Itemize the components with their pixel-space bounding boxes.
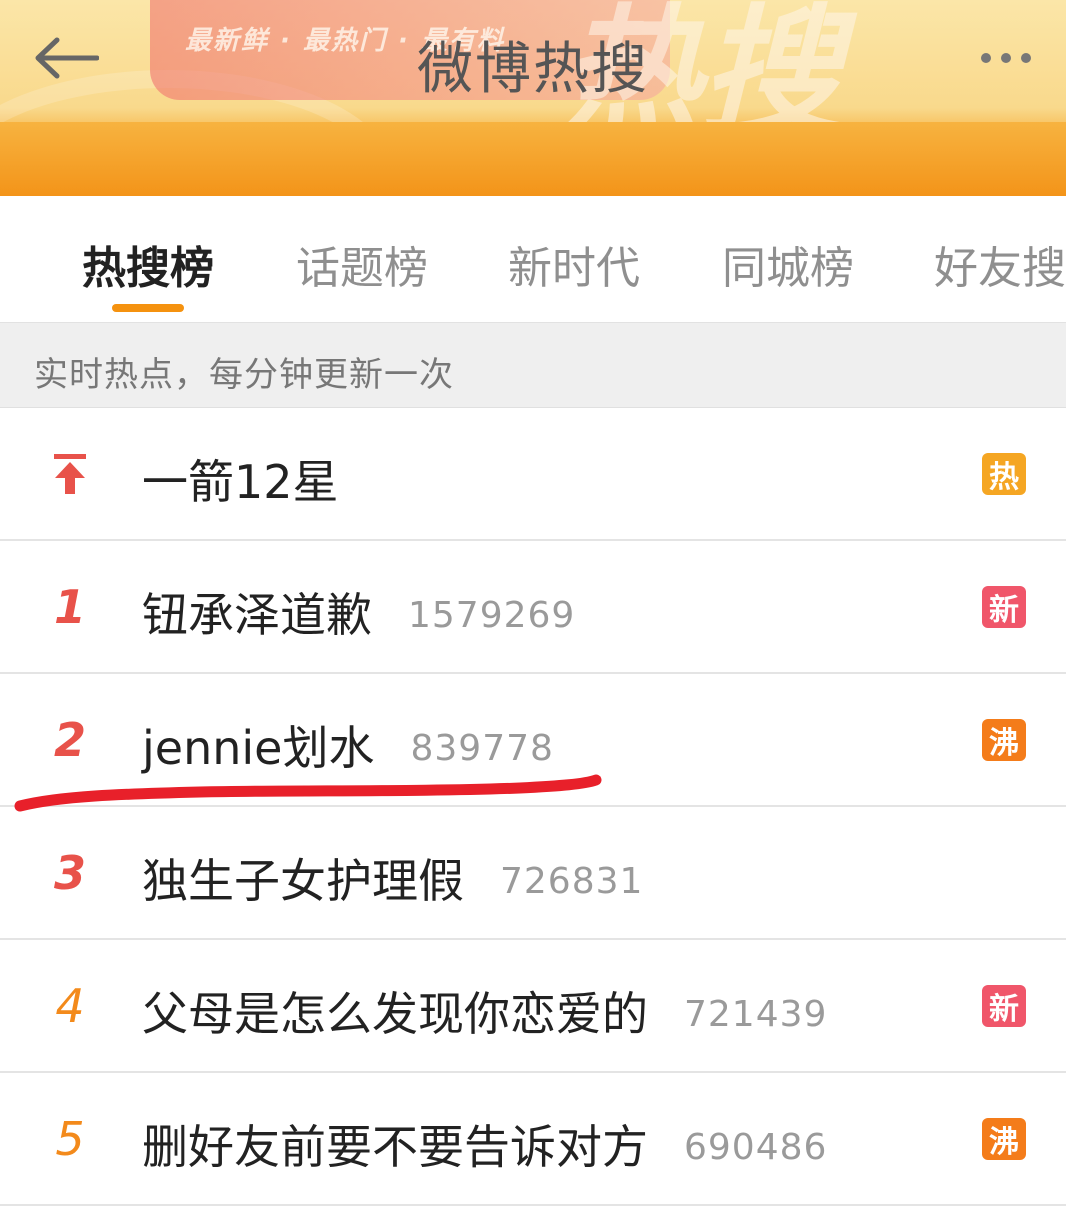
tab-friends[interactable]: 好友搜 [934,232,1066,296]
hot-badge: 热 [982,453,1026,495]
rank-number: 3 [53,845,86,900]
more-options-button[interactable] [966,34,1046,82]
tab-topics[interactable]: 话题榜 [296,232,428,296]
boiling-badge: 沸 [982,719,1026,761]
list-item[interactable]: 3 独生子女护理假 726831 [0,807,1066,940]
item-title-wrap: 父母是怎么发现你恋爱的 721439 [142,978,827,1044]
active-tab-indicator [112,304,184,312]
more-dot-icon [981,53,991,63]
list-item[interactable]: 一箭12星 热 [0,408,1066,541]
update-notice: 实时热点，每分钟更新一次 [0,323,1066,408]
rank-number: 5 [55,1111,85,1166]
search-count: 721439 [684,994,828,1035]
list-item[interactable]: 5 删好友前要不要告诉对方 690486 沸 [0,1073,1066,1206]
tab-new-era[interactable]: 新时代 [508,232,640,296]
new-badge: 新 [982,985,1026,1027]
search-count: 690486 [684,1127,828,1168]
tab-local[interactable]: 同城榜 [722,232,854,296]
header-banner: 最新鲜 · 最热门 · 最有料 热搜 微博热搜 [0,0,1066,196]
rank-number: 2 [53,712,86,767]
pinned-arrow-up-icon [54,453,86,494]
rank-number: 4 [55,978,85,1033]
banner-glow [0,122,1066,196]
more-dot-icon [1021,53,1031,63]
tab-hot-search[interactable]: 热搜榜 [82,232,214,296]
item-title-wrap: 独生子女护理假 726831 [142,845,643,911]
more-dot-icon [1001,53,1011,63]
rank-pinned [40,408,100,539]
page-title: 微博热搜 [417,37,649,102]
item-title: 独生子女护理假 [142,854,464,908]
list-item[interactable]: 2 jennie划水 839778 沸 [0,674,1066,807]
hot-search-list: 一箭12星 热 1 钮承泽道歉 1579269 新 2 jennie划水 83977… [0,408,1066,1206]
item-title: 删好友前要不要告诉对方 [142,1120,648,1174]
item-title-wrap: jennie划水 839778 [142,712,554,778]
search-count: 839778 [410,728,554,769]
item-title: jennie划水 [142,721,375,775]
tab-bar: 热搜榜 话题榜 新时代 同城榜 好友搜 [0,196,1066,323]
item-title-wrap: 钮承泽道歉 1579269 [142,579,575,645]
new-badge: 新 [982,586,1026,628]
list-item[interactable]: 4 父母是怎么发现你恋爱的 721439 新 [0,940,1066,1073]
item-title: 父母是怎么发现你恋爱的 [142,987,648,1041]
boiling-badge: 沸 [982,1118,1026,1160]
rank-number: 1 [53,579,86,634]
search-count: 1579269 [408,595,576,636]
list-item[interactable]: 1 钮承泽道歉 1579269 新 [0,541,1066,674]
notice-text: 实时热点，每分钟更新一次 [34,355,454,395]
item-title-wrap: 删好友前要不要告诉对方 690486 [142,1111,827,1177]
item-title: 一箭12星 [142,455,339,509]
item-title-wrap: 一箭12星 [142,446,339,512]
item-title: 钮承泽道歉 [142,588,372,642]
search-count: 726831 [500,861,644,902]
